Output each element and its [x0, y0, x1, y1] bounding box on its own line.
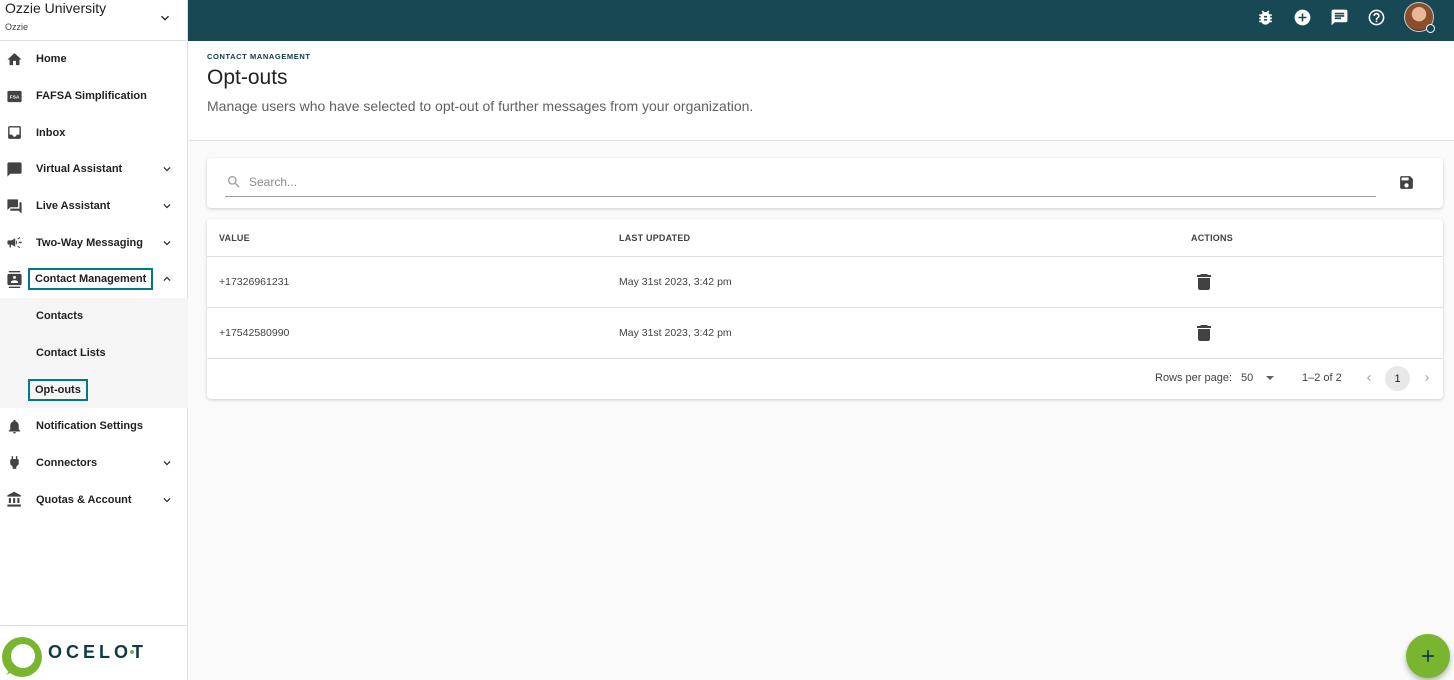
sidebar-item-label: Contact Management	[27, 268, 154, 291]
sidebar-item-label: Inbox	[36, 126, 66, 139]
pagination: Rows per page: 50 1–2 of 2 1	[207, 359, 1443, 399]
chevron-down-icon	[163, 460, 171, 466]
delete-icon[interactable]	[1197, 274, 1211, 290]
user-avatar[interactable]	[1404, 2, 1435, 33]
sidebar-subitem-label: Contact Lists	[36, 346, 106, 359]
column-header-value[interactable]: VALUE	[219, 233, 250, 243]
sidebar-item-live-assistant[interactable]: Live Assistant	[0, 188, 188, 225]
bank-icon	[7, 491, 21, 507]
bell-icon	[8, 419, 21, 434]
rows-per-page-select[interactable]: 50	[1240, 369, 1274, 387]
search-icon	[228, 176, 240, 188]
sidebar-item-home[interactable]: Home	[0, 41, 188, 78]
forum-icon	[7, 199, 22, 214]
sidebar: Ozzie University Ozzie Home FSA FAFSA Si…	[0, 0, 188, 680]
chat-bubble-icon	[7, 162, 22, 177]
chevron-down-icon	[163, 204, 171, 209]
chevron-down-icon	[163, 167, 171, 172]
org-short-name: Ozzie	[5, 22, 29, 32]
sidebar-item-inbox[interactable]: Inbox	[0, 114, 188, 151]
sidebar-item-connectors[interactable]: Connectors	[0, 445, 188, 482]
home-icon	[7, 52, 22, 66]
rows-per-page-label: Rows per page:	[1155, 372, 1233, 384]
sidebar-subitem-label: Contacts	[36, 310, 84, 323]
sidebar-item-label: Virtual Assistant	[36, 163, 123, 176]
org-name: Ozzie University	[5, 0, 107, 16]
sidebar-subitem-contact-lists[interactable]: Contact Lists	[0, 334, 188, 372]
column-header-actions: ACTIONS	[1191, 233, 1233, 243]
cell-last-updated: May 31st 2023, 3:42 pm	[619, 276, 732, 288]
sidebar-item-label: Live Assistant	[36, 200, 111, 213]
pagination-range: 1–2 of 2	[1302, 372, 1342, 384]
rows-per-page-value: 50	[1241, 372, 1254, 384]
svg-text:FSA: FSA	[10, 94, 20, 100]
feedback-icon[interactable]	[1330, 8, 1349, 27]
page-number-button[interactable]: 1	[1385, 366, 1410, 391]
sidebar-item-quotas-account[interactable]: Quotas & Account	[0, 481, 188, 518]
sidebar-item-label: Quotas & Account	[36, 493, 132, 506]
ocelot-logo: OCELOT	[0, 625, 188, 680]
chevron-down-icon	[163, 240, 171, 246]
cell-value: +17326961231	[219, 276, 290, 288]
page-header: CONTACT MANAGEMENT Opt-outs Manage users…	[189, 41, 1454, 141]
plus-icon	[1422, 650, 1434, 662]
save-icon[interactable]	[1398, 174, 1415, 191]
chevron-up-icon	[163, 277, 171, 282]
sidebar-item-two-way-messaging[interactable]: Two-Way Messaging	[0, 224, 188, 261]
chevron-left-icon[interactable]	[1363, 371, 1375, 385]
search-card	[207, 158, 1443, 208]
campaign-icon	[7, 237, 22, 249]
page-title: Opt-outs	[207, 66, 288, 89]
inbox-icon	[8, 126, 21, 140]
chevron-down-icon[interactable]	[157, 10, 173, 26]
sidebar-item-label: FAFSA Simplification	[36, 90, 147, 103]
add-circle-icon[interactable]	[1293, 8, 1312, 27]
column-header-last-updated[interactable]: LAST UPDATED	[619, 233, 690, 243]
chevron-right-icon[interactable]	[1421, 371, 1433, 385]
ocelot-logo-icon	[2, 637, 42, 677]
sidebar-item-label: Two-Way Messaging	[36, 236, 143, 249]
plug-icon	[10, 456, 19, 470]
fsa-icon: FSA	[7, 90, 22, 102]
sidebar-nav: Home FSA FAFSA Simplification Inbox Virt…	[0, 41, 188, 518]
bug-icon[interactable]	[1256, 8, 1275, 27]
sidebar-subitem-label: Opt-outs	[28, 378, 88, 401]
sidebar-item-fafsa[interactable]: FSA FAFSA Simplification	[0, 78, 188, 115]
sidebar-subitem-contacts[interactable]: Contacts	[0, 297, 188, 335]
status-indicator	[1426, 24, 1435, 33]
add-fab-button[interactable]	[1406, 634, 1450, 678]
cell-last-updated: May 31st 2023, 3:42 pm	[619, 327, 732, 339]
page-description: Manage users who have selected to opt-ou…	[207, 98, 754, 114]
sidebar-item-notification-settings[interactable]: Notification Settings	[0, 408, 188, 445]
table-row[interactable]: +17542580990 May 31st 2023, 3:42 pm	[207, 308, 1443, 359]
sidebar-subitem-opt-outs[interactable]: Opt-outs	[0, 371, 188, 408]
top-bar	[188, 0, 1454, 41]
contacts-icon	[7, 270, 22, 288]
search-input[interactable]	[249, 170, 1369, 194]
logo-dot	[130, 650, 134, 654]
sidebar-item-virtual-assistant[interactable]: Virtual Assistant	[0, 151, 188, 188]
help-icon[interactable]	[1367, 8, 1386, 27]
table-row[interactable]: +17326961231 May 31st 2023, 3:42 pm	[207, 257, 1443, 308]
chevron-down-icon	[163, 497, 171, 502]
sidebar-item-label: Home	[36, 53, 67, 66]
sidebar-item-label: Notification Settings	[36, 420, 143, 433]
sidebar-item-contact-management[interactable]: Contact Management	[0, 261, 188, 298]
breadcrumb[interactable]: CONTACT MANAGEMENT	[207, 52, 311, 61]
cell-value: +17542580990	[219, 327, 290, 339]
sidebar-item-label: Connectors	[36, 456, 98, 469]
opt-outs-table: VALUE LAST UPDATED ACTIONS +17326961231 …	[207, 219, 1443, 399]
search-underline	[225, 196, 1376, 197]
delete-icon[interactable]	[1197, 325, 1211, 341]
table-header: VALUE LAST UPDATED ACTIONS	[207, 219, 1443, 257]
caret-down-icon	[1266, 376, 1274, 380]
org-switcher[interactable]: Ozzie University Ozzie	[0, 0, 187, 41]
